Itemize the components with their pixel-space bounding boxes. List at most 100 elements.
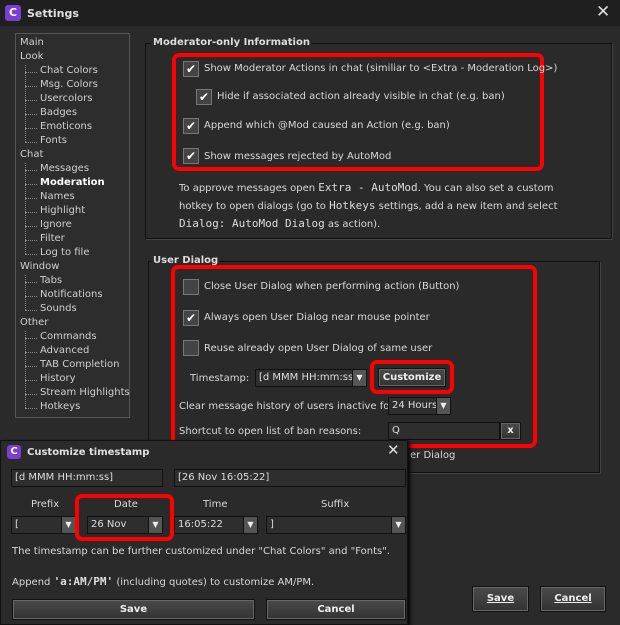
tree-connector	[25, 254, 37, 255]
time-label: Time	[203, 499, 228, 510]
clear-history-label: Clear message history of users inactive …	[179, 401, 397, 412]
label: Append which @Mod caused an Action (e.g.…	[204, 120, 450, 131]
tree-connector	[25, 163, 26, 254]
tree-item-notifications[interactable]: Notifications	[40, 289, 103, 300]
tree-item-usercolors[interactable]: Usercolors	[40, 93, 92, 104]
value: 24 Hours	[392, 400, 438, 411]
tree-connector	[25, 275, 26, 310]
text: To approve messages open	[179, 183, 319, 194]
text: settings, add a new item and select	[375, 201, 558, 212]
tree-connector	[25, 366, 37, 367]
chevron-down-icon: ▼	[352, 370, 366, 386]
value: ]	[270, 519, 274, 530]
close-icon[interactable]: ✕	[387, 441, 400, 459]
tree-item-history[interactable]: History	[40, 373, 76, 384]
tree-item-advanced[interactable]: Advanced	[40, 345, 89, 356]
text: Append	[12, 577, 54, 588]
tree-item-badges[interactable]: Badges	[40, 107, 77, 118]
chevron-down-icon: ▼	[391, 517, 405, 533]
text: . You can also set a custom	[417, 183, 554, 194]
tree-connector	[25, 408, 37, 409]
tree-connector	[25, 142, 37, 143]
shortcut-input[interactable]: Q	[388, 422, 500, 440]
partial-text: er Dialog	[410, 450, 456, 461]
label: Reuse already open User Dialog of same u…	[204, 343, 433, 354]
tree-item-msg-colors[interactable]: Msg. Colors	[40, 79, 98, 90]
tree-connector	[25, 86, 37, 87]
tree-item-names[interactable]: Names	[40, 191, 75, 202]
dialog-save-button[interactable]: Save	[12, 599, 255, 620]
checkbox-show-rejected[interactable]: ✔	[183, 148, 199, 164]
tree-item-moderation[interactable]: Moderation	[40, 177, 105, 188]
tree-item-look[interactable]: Look	[20, 51, 43, 62]
tree-connector	[25, 212, 37, 213]
value: [	[15, 519, 19, 530]
code: Hotkeys	[329, 199, 376, 212]
tree-connector	[25, 380, 37, 381]
shortcut-clear-button[interactable]: x	[500, 422, 521, 440]
settings-tree[interactable]: Main Look Chat Colors Msg. Colors Usercolors…	[15, 33, 130, 418]
tree-item-chat[interactable]: Chat	[20, 149, 43, 160]
tree-item-ignore[interactable]: Ignore	[40, 219, 72, 230]
tree-item-tab-completion[interactable]: TAB Completion	[40, 359, 120, 370]
code: 'a:AM/PM'	[53, 575, 114, 588]
timestamp-select[interactable]: [d MMM HH:mm:ss] ▼	[255, 369, 367, 387]
label: Hide if associated action already visibl…	[217, 91, 505, 102]
text: (including quotes) to customize AM/PM.	[113, 577, 315, 588]
tree-connector	[25, 184, 37, 185]
checkbox-reuse-dialog[interactable]	[183, 340, 199, 356]
tree-item-emoticons[interactable]: Emoticons	[40, 121, 92, 132]
app-icon: C	[5, 5, 21, 21]
label: Close User Dialog when performing action…	[204, 281, 460, 292]
checkbox-open-near-pointer[interactable]: ✔	[183, 310, 199, 326]
dialog-title: Customize timestamp	[27, 447, 150, 458]
customize-button[interactable]: Customize	[378, 368, 446, 387]
tree-connector	[25, 352, 37, 353]
checkbox-hide-associated[interactable]: ✔	[196, 89, 212, 105]
tree-item-commands[interactable]: Commands	[40, 331, 97, 342]
tree-connector	[25, 100, 37, 101]
tree-item-stream-highlights[interactable]: Stream Highlights	[40, 387, 130, 398]
date-select[interactable]: 26 Nov ▼	[87, 516, 163, 534]
tree-item-fonts[interactable]: Fonts	[40, 135, 67, 146]
suffix-label: Suffix	[321, 499, 350, 510]
format-input[interactable]: [d MMM HH:mm:ss]	[11, 469, 163, 487]
tree-connector	[25, 226, 37, 227]
tree-item-chat-colors[interactable]: Chat Colors	[40, 65, 98, 76]
clear-history-select[interactable]: 24 Hours ▼	[388, 397, 451, 415]
checkbox-show-mod-actions[interactable]: ✔	[183, 61, 199, 77]
automod-info: To approve messages open Extra - AutoMod…	[179, 179, 557, 233]
tree-item-tabs[interactable]: Tabs	[40, 275, 62, 286]
tree-connector	[25, 331, 26, 408]
prefix-select[interactable]: [▼	[11, 516, 76, 534]
tree-item-messages[interactable]: Messages	[40, 163, 89, 174]
tree-connector	[25, 240, 37, 241]
chevron-down-icon: ▼	[436, 398, 450, 414]
tree-connector	[25, 170, 37, 171]
label: Show messages rejected by AutoMod	[204, 151, 392, 162]
tree-item-window[interactable]: Window	[20, 261, 59, 272]
cancel-button[interactable]: Cancel	[540, 586, 606, 612]
dialog-cancel-button[interactable]: Cancel	[266, 599, 406, 620]
tree-item-highlight[interactable]: Highlight	[40, 205, 85, 216]
tree-item-other[interactable]: Other	[20, 317, 48, 328]
tree-item-log-to-file[interactable]: Log to file	[40, 247, 90, 258]
tree-item-sounds[interactable]: Sounds	[40, 303, 77, 314]
label: Always open User Dialog near mouse point…	[204, 312, 430, 323]
highlight-box	[171, 265, 537, 448]
time-select[interactable]: 16:05:22 ▼	[174, 516, 258, 534]
chevron-down-icon: ▼	[61, 517, 75, 533]
save-button[interactable]: Save	[472, 586, 529, 612]
checkbox-append-mod[interactable]: ✔	[183, 118, 199, 134]
value: 16:05:22	[178, 519, 223, 530]
tree-item-main[interactable]: Main	[20, 37, 44, 48]
prefix-label: Prefix	[31, 499, 60, 510]
title-bar	[0, 0, 620, 26]
tree-item-filter[interactable]: Filter	[40, 233, 65, 244]
window-title: Settings	[27, 7, 79, 20]
text: hotkey to open dialogs (go to	[179, 201, 330, 212]
close-icon[interactable]: ✕	[596, 2, 610, 22]
tree-item-hotkeys[interactable]: Hotkeys	[40, 401, 80, 412]
suffix-select[interactable]: ] ▼	[266, 516, 406, 534]
checkbox-close-user-dialog[interactable]	[183, 279, 199, 295]
